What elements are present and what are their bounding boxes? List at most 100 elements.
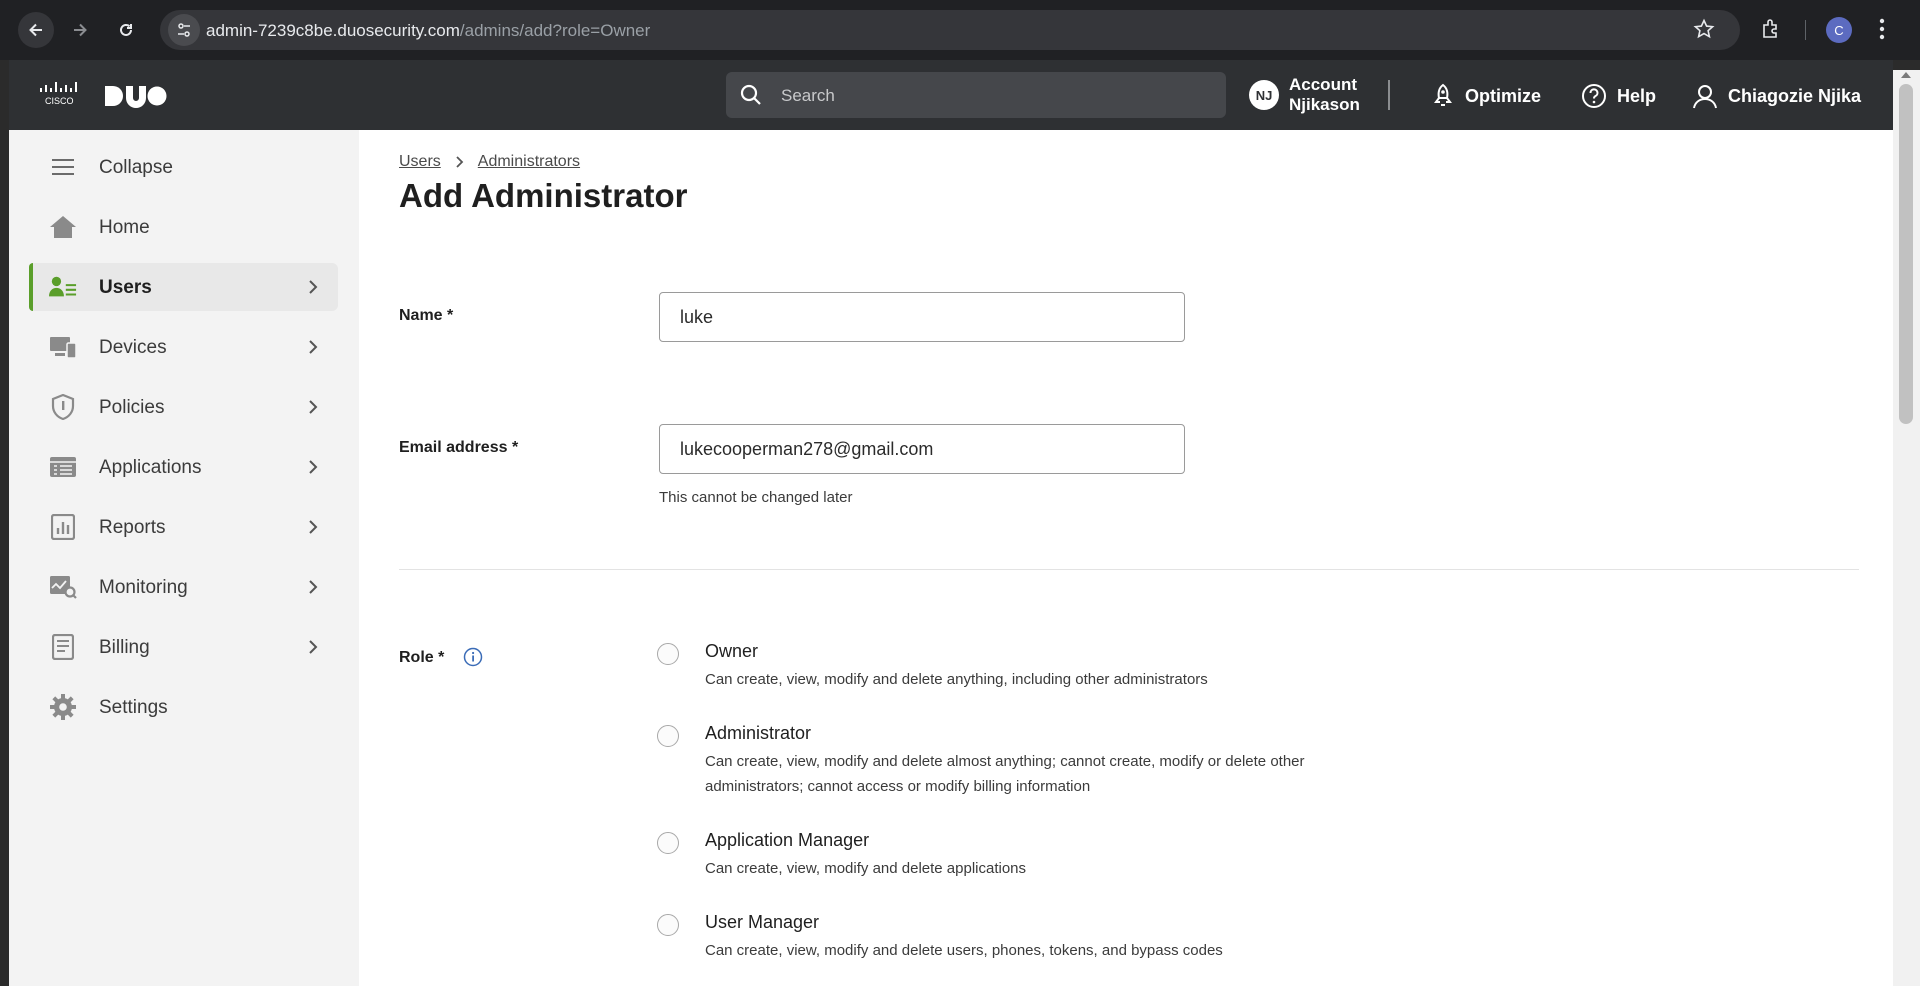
role-name: User Manager [705,912,820,932]
scrollbar-thumb[interactable] [1899,84,1913,424]
duo-admin-page: CISCO Search NJ Account Njikason Optimiz… [9,60,1893,986]
applications-icon [49,455,77,479]
radio-button[interactable] [657,725,679,747]
scroll-up-arrow-icon[interactable] [1901,72,1911,78]
sidebar-item-label: Reports [99,517,166,538]
required-marker: * [438,649,445,666]
role-name: Administrator [705,723,812,743]
account-switcher[interactable]: NJ Account Njikason [1249,75,1360,115]
site-info-button[interactable] [168,14,200,46]
rocket-icon [1434,83,1452,106]
cisco-logo-icon[interactable]: CISCO [39,82,79,113]
arrow-right-icon [74,23,87,37]
url-host: admin-7239c8be.duosecurity.com [206,21,460,40]
help-icon [1582,84,1606,108]
info-icon[interactable] [463,647,483,667]
sidebar-item-label: Devices [99,337,167,358]
name-label: Name * [399,307,453,325]
extensions-icon[interactable] [1759,17,1783,46]
global-search[interactable]: Search [726,72,1226,118]
home-icon [49,215,77,239]
radio-button[interactable] [657,643,679,665]
page-scrollbar[interactable] [1893,70,1920,986]
chevron-right-icon [309,520,318,534]
breadcrumb: Users Administrators [399,153,580,171]
profile-avatar[interactable]: C [1826,17,1852,43]
chevron-right-icon [309,340,318,354]
radio-button[interactable] [657,914,679,936]
duo-logo-icon[interactable] [103,84,167,113]
bookmark-star-icon[interactable] [1693,18,1715,45]
role-description: Can create, view, modify and delete anyt… [705,671,1208,688]
help-button[interactable]: Help [1581,83,1656,109]
billing-icon [49,634,77,660]
forward-button[interactable] [62,12,98,48]
sidebar-item-applications[interactable]: Applications [29,443,338,491]
section-divider [399,569,1859,570]
sidebar-item-devices[interactable]: Devices [29,323,338,371]
name-label-text: Name [399,307,443,324]
account-label-line1: Account [1289,75,1357,94]
reload-button[interactable] [108,12,144,48]
gear-icon [49,694,77,720]
user-name: Chiagozie Njika [1728,85,1862,106]
role-description: Can create, view, modify and delete user… [705,942,1223,959]
optimize-label: Optimize [1465,85,1542,106]
url-text[interactable]: admin-7239c8be.duosecurity.com/admins/ad… [206,21,650,41]
toolbar-divider [1805,20,1806,40]
breadcrumb-users-link[interactable]: Users [399,153,441,171]
role-description: Can create, view, modify and delete appl… [705,860,1027,877]
url-path: /admins/add?role=Owner [459,21,651,40]
chevron-right-icon [309,400,318,414]
email-hint: This cannot be changed later [659,489,853,506]
reload-icon [120,23,132,36]
required-marker: * [447,307,454,324]
account-label-line2: Njikason [1289,95,1360,114]
sidebar-item-users[interactable]: Users [29,263,338,311]
email-input[interactable]: lukecooperman278@gmail.com [659,424,1185,474]
optimize-button[interactable]: Optimize [1431,83,1541,109]
user-icon [1693,85,1717,109]
sidebar-item-settings[interactable]: Settings [29,683,338,731]
address-bar[interactable]: admin-7239c8be.duosecurity.com/admins/ad… [160,10,1740,50]
sidebar-item-label: Applications [99,457,202,478]
email-label: Email address * [399,439,518,457]
role-label-text: Role [399,649,434,666]
sidebar-item-label: Settings [99,697,168,718]
sidebar-item-billing[interactable]: Billing [29,623,338,671]
sidebar-item-label: Users [99,277,152,298]
chevron-right-icon [309,640,318,654]
chevron-right-icon [309,460,318,474]
sidebar-item-label: Home [99,217,150,238]
sidebar-item-reports[interactable]: Reports [29,503,338,551]
sidebar-item-label: Policies [99,397,165,418]
role-name: Owner [705,641,759,661]
page-title: Add Administrator [399,177,688,214]
back-button[interactable] [18,12,54,48]
arrow-left-icon [29,23,42,37]
breadcrumb-administrators-link[interactable]: Administrators [478,153,580,171]
role-label: Role * [399,649,444,667]
sidebar-item-monitoring[interactable]: Monitoring [29,563,338,611]
more-menu-icon[interactable] [1878,16,1886,47]
user-menu-button[interactable]: Chiagozie Njika [1692,83,1861,109]
search-placeholder: Search [781,86,835,105]
account-name: Account Njikason [1289,75,1360,115]
sidebar-item-home[interactable]: Home [29,203,338,251]
search-icon [740,84,761,105]
tune-icon [178,23,190,37]
top-navigation-bar: CISCO Search NJ Account Njikason Optimiz… [9,60,1893,130]
users-icon [49,275,77,299]
sidebar: Collapse Home Users Devices Policies App… [9,130,359,986]
role-description: Can create, view, modify and delete almo… [705,753,1305,795]
sidebar-item-collapse[interactable]: Collapse [29,143,338,191]
radio-button[interactable] [657,832,679,854]
svg-text:CISCO: CISCO [45,96,74,106]
monitoring-icon [49,575,77,599]
sidebar-item-label: Billing [99,637,150,658]
sidebar-item-label: Monitoring [99,577,188,598]
role-name: Application Manager [705,830,870,850]
name-input[interactable]: luke [659,292,1185,342]
devices-icon [49,335,77,359]
sidebar-item-policies[interactable]: Policies [29,383,338,431]
